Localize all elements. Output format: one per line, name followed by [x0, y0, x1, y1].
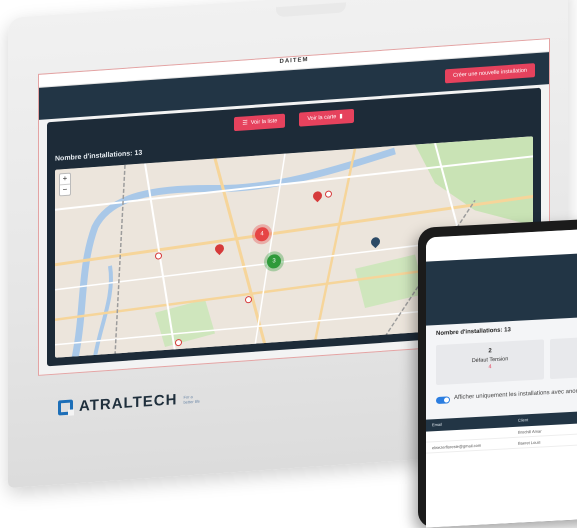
row-client: Brochill Amar: [518, 428, 542, 435]
fault-card[interactable]: 2 Défaut Tension 4: [436, 339, 544, 386]
map-icon: ▮: [339, 113, 343, 120]
list-icon: ☰: [242, 120, 248, 127]
installations-table: Email Client Brochill Amar elisezerflore…: [426, 410, 577, 528]
column-header-client[interactable]: Client: [518, 417, 528, 423]
tablet-header-band: [426, 252, 577, 326]
installations-count: Nombre d'installations: 13: [55, 149, 143, 163]
view-map-button[interactable]: Voir la carte ▮: [299, 108, 354, 127]
atraltech-logo: ATRALTECH For a better life: [58, 389, 203, 416]
zoom-out-button[interactable]: −: [60, 185, 70, 196]
anomaly-filter-label: Afficher uniquement les installations av…: [454, 388, 577, 402]
logo-name: ATRALTECH: [79, 391, 178, 416]
logo-tagline: For a better life: [183, 393, 200, 405]
view-list-button[interactable]: ☰ Voir la liste: [234, 113, 286, 132]
tablet-screen: Nombre d'installations: 13 2 Défaut Tens…: [426, 228, 577, 528]
anomaly-filter-toggle[interactable]: [436, 396, 450, 405]
view-map-label: Voir la carte: [307, 114, 337, 123]
logo-mark-icon: [58, 399, 73, 416]
tablet-mockup: Nombre d'installations: 13 2 Défaut Tens…: [418, 218, 577, 528]
row-email: elisezerfloreste@gmail.com: [432, 442, 482, 451]
row-client: Baeret Louis: [518, 439, 541, 446]
camera-notch: [276, 2, 346, 18]
zoom-control: + −: [59, 172, 71, 197]
view-list-label: Voir la liste: [250, 118, 278, 127]
zoom-in-button[interactable]: +: [60, 173, 70, 186]
column-header-email[interactable]: Email: [432, 422, 442, 428]
create-installation-button[interactable]: Créer une nouvelle installation: [445, 63, 535, 84]
tablet-installations-count: Nombre d'installations: 13: [436, 327, 511, 338]
fault-card-secondary[interactable]: [550, 335, 577, 380]
